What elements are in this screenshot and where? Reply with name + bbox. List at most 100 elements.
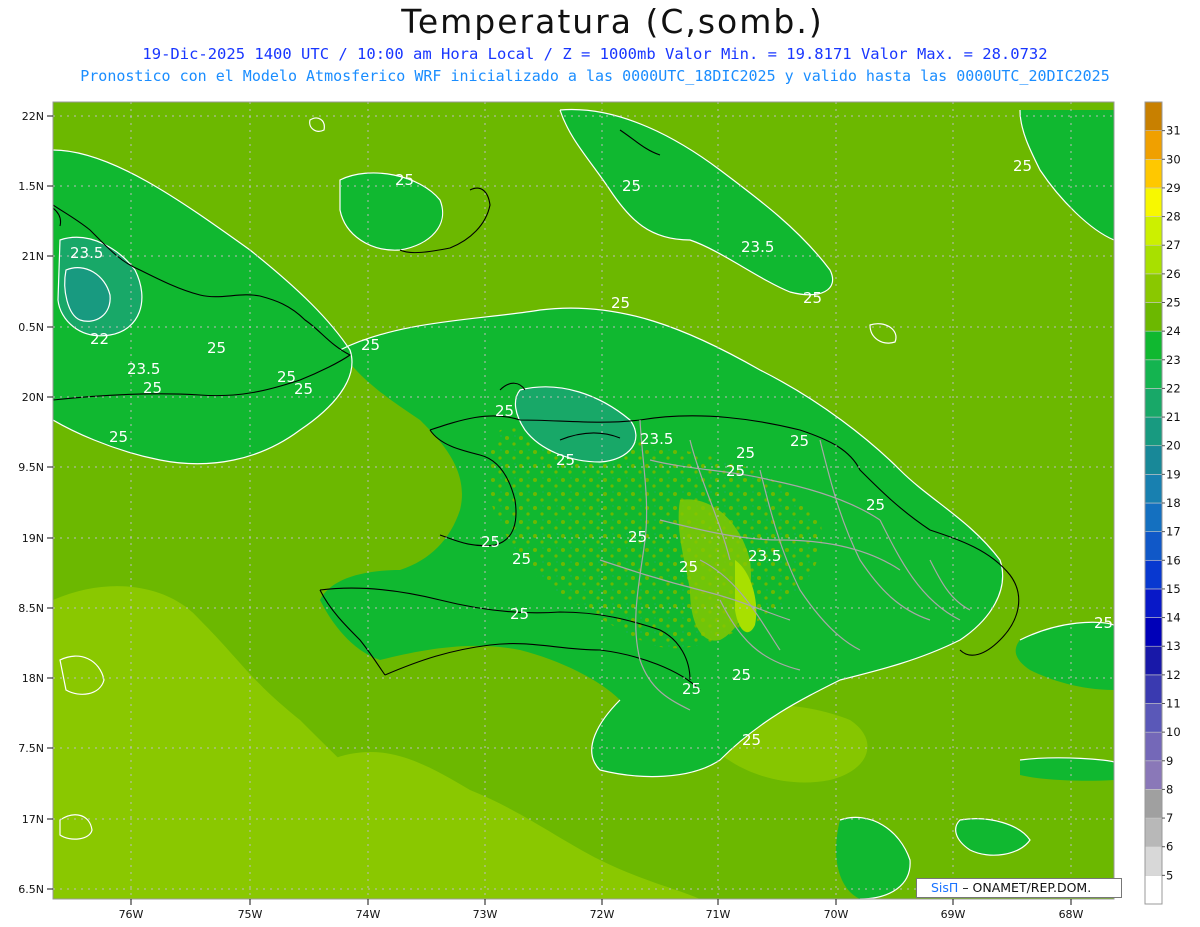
colorbar-swatch <box>1144 130 1163 160</box>
contour-label: 25 <box>109 428 128 446</box>
contour-label: 23.5 <box>640 430 673 448</box>
colorbar-swatch <box>1144 359 1163 389</box>
colorbar-label: 8 <box>1166 782 1173 796</box>
lat-label: 19N <box>22 532 44 545</box>
colorbar-label: 31 <box>1166 124 1181 138</box>
colorbar-label: 25 <box>1166 296 1181 310</box>
lon-label: 74W <box>356 908 381 921</box>
lat-label: 18N <box>22 672 44 685</box>
colorbar-label: 21 <box>1166 410 1181 424</box>
colorbar-label: 17 <box>1166 525 1181 539</box>
sispi-logo: SisΠ <box>931 880 959 895</box>
colorbar-label: 12 <box>1166 668 1181 682</box>
colorbar-label: 13 <box>1166 639 1181 653</box>
contour-label: 23.5 <box>127 360 160 378</box>
colorbar-label: 19 <box>1166 467 1181 481</box>
contour-label: 25 <box>294 380 313 398</box>
colorbar-label: 7 <box>1166 811 1173 825</box>
temperature-map: 22N 1.5N 21N 0.5N 20N 9.5N 19N 8.5N 18N … <box>18 101 1181 921</box>
colorbar-swatch <box>1144 846 1163 876</box>
colorbar-swatch <box>1144 588 1163 618</box>
colorbar-swatch <box>1144 244 1163 275</box>
credit-box: SisΠ – ONAMET/REP.DOM. <box>916 878 1122 898</box>
colorbar-label: 18 <box>1166 496 1181 510</box>
colorbar-label: 20 <box>1166 439 1181 453</box>
lon-label: 76W <box>119 908 144 921</box>
colorbar-swatch <box>1144 445 1163 475</box>
contour-label: 25 <box>732 666 751 684</box>
colorbar-swatch <box>1144 216 1163 246</box>
contour-label: 23.5 <box>748 547 781 565</box>
colorbar-label: 24 <box>1166 324 1181 338</box>
lat-label: 21N <box>22 250 44 263</box>
lat-label: 22N <box>22 110 44 123</box>
contour-label: 25 <box>866 496 885 514</box>
contour-label: 25 <box>726 462 745 480</box>
contour-label: 23.5 <box>741 238 774 256</box>
lat-label: 8.5N <box>18 602 44 615</box>
colorbar-swatch <box>1144 302 1163 332</box>
colorbar-label: 6 <box>1166 840 1173 854</box>
lon-label: 69W <box>941 908 966 921</box>
credit-text: – ONAMET/REP.DOM. <box>962 880 1092 895</box>
lat-label: 0.5N <box>18 321 44 334</box>
lat-label: 9.5N <box>18 461 44 474</box>
colorbar-swatch <box>1144 158 1163 189</box>
colorbar-swatch <box>1144 187 1163 217</box>
contour-label: 25 <box>628 528 647 546</box>
lon-label: 75W <box>238 908 263 921</box>
lat-label: 1.5N <box>18 180 44 193</box>
colorbar-label: 11 <box>1166 697 1181 711</box>
colorbar-swatch <box>1144 273 1163 303</box>
lat-label: 20N <box>22 391 44 404</box>
colorbar-swatch <box>1144 645 1163 676</box>
contour-label: 23.5 <box>70 244 103 262</box>
colorbar-label: 23 <box>1166 353 1181 367</box>
colorbar-label: 26 <box>1166 267 1181 281</box>
lon-label: 73W <box>473 908 498 921</box>
colorbar-label: 10 <box>1166 725 1181 739</box>
contour-label: 25 <box>790 432 809 450</box>
contour-label: 25 <box>611 294 630 312</box>
colorbar-swatch <box>1144 703 1163 733</box>
temperature-colorbar: 5 6 7 8 9 10 11 12 13 14 15 16 17 18 19 20 21 22 23 24 25 26 2… <box>1144 101 1181 905</box>
field-cool-east-strip <box>1020 757 1114 781</box>
contour-label: 25 <box>679 558 698 576</box>
colorbar-swatch <box>1144 531 1163 561</box>
colorbar-label: 29 <box>1166 181 1181 195</box>
temperature-field <box>53 102 1114 899</box>
lon-label: 71W <box>706 908 731 921</box>
colorbar-swatch <box>1144 760 1163 790</box>
colorbar-label: 15 <box>1166 582 1181 596</box>
contour-label: 22 <box>90 330 109 348</box>
colorbar-swatch <box>1144 789 1163 819</box>
colorbar-label: 5 <box>1166 868 1173 882</box>
contour-label: 25 <box>207 339 226 357</box>
colorbar-label: 14 <box>1166 611 1181 625</box>
longitude-labels: 76W 75W 74W 73W 72W 71W 70W 69W 68W <box>119 908 1084 921</box>
lat-label: 7.5N <box>18 742 44 755</box>
contour-label: 25 <box>556 451 575 469</box>
lon-label: 72W <box>590 908 615 921</box>
latitude-labels: 22N 1.5N 21N 0.5N 20N 9.5N 19N 8.5N 18N … <box>18 110 44 896</box>
contour-label: 25 <box>510 605 529 623</box>
lat-label: 6.5N <box>18 883 44 896</box>
colorbar-label: 30 <box>1166 152 1181 166</box>
colorbar-swatch <box>1144 559 1163 590</box>
colorbar-label: 16 <box>1166 553 1181 567</box>
colorbar-swatch <box>1144 502 1163 532</box>
contour-label: 25 <box>143 379 162 397</box>
contour-label: 25 <box>481 533 500 551</box>
colorbar-swatch <box>1144 416 1163 447</box>
colorbar-swatch <box>1144 101 1163 131</box>
contour-label: 25 <box>742 731 761 749</box>
contour-label: 25 <box>395 171 414 189</box>
colorbar-swatch <box>1144 817 1163 848</box>
contour-label: 25 <box>803 289 822 307</box>
contour-label: 25 <box>495 402 514 420</box>
colorbar-swatch <box>1144 731 1163 762</box>
contour-label: 25 <box>736 444 755 462</box>
lon-label: 68W <box>1059 908 1084 921</box>
lon-label: 70W <box>824 908 849 921</box>
colorbar-swatch <box>1144 388 1163 418</box>
